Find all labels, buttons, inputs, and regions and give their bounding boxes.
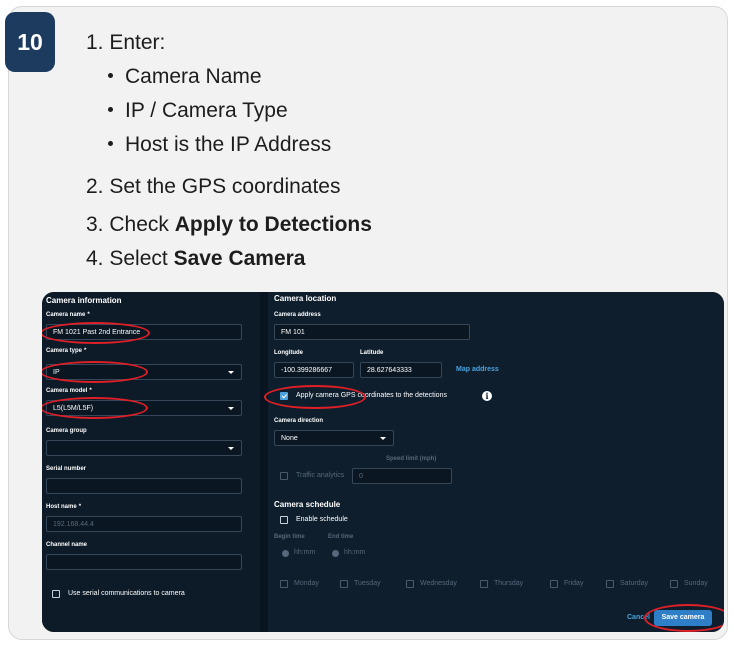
day-label: Sunday bbox=[684, 580, 708, 587]
panel-divider bbox=[260, 292, 268, 632]
camera-direction-label: Camera direction bbox=[274, 418, 324, 424]
camera-address-input[interactable]: FM 101 bbox=[274, 324, 470, 340]
camera-location-title: Camera location bbox=[274, 294, 337, 303]
day-label: Wednesday bbox=[420, 580, 457, 587]
traffic-analytics-checkbox[interactable] bbox=[280, 472, 288, 480]
day-checkbox-monday[interactable] bbox=[280, 580, 288, 588]
clock-icon bbox=[332, 550, 339, 557]
serial-number-label: Serial number bbox=[46, 466, 87, 472]
day-checkbox-saturday[interactable] bbox=[606, 580, 614, 588]
day-label: Monday bbox=[294, 580, 319, 587]
camera-group-label: Camera group bbox=[46, 428, 87, 434]
day-checkbox-friday[interactable] bbox=[550, 580, 558, 588]
longitude-label: Longitude bbox=[274, 350, 303, 356]
instruction-step-3: 3. Check Apply to Detections bbox=[86, 213, 372, 236]
camera-model-label: Camera model * bbox=[46, 388, 92, 394]
begin-time-label: Begin time bbox=[274, 534, 305, 540]
speed-limit-label: Speed limit (mph) bbox=[386, 456, 437, 462]
instruction-step-4: 4. Select Save Camera bbox=[86, 247, 306, 270]
camera-group-select[interactable] bbox=[46, 440, 242, 456]
map-address-link[interactable]: Map address bbox=[456, 366, 499, 373]
enable-schedule-checkbox[interactable] bbox=[280, 516, 288, 524]
info-icon[interactable]: i bbox=[482, 391, 492, 401]
highlight-oval-apply-gps bbox=[264, 385, 366, 409]
day-label: Saturday bbox=[620, 580, 649, 587]
day-checkbox-tuesday[interactable] bbox=[340, 580, 348, 588]
end-time-input[interactable]: hh:mm bbox=[344, 549, 365, 556]
day-label: Tuesday bbox=[354, 580, 381, 587]
speed-limit-input[interactable]: 0 bbox=[352, 468, 452, 484]
longitude-input[interactable]: -100.399286667 bbox=[274, 362, 354, 378]
highlight-oval-camera-name bbox=[42, 322, 150, 344]
highlight-oval-camera-model bbox=[42, 397, 148, 419]
day-checkbox-sunday[interactable] bbox=[670, 580, 678, 588]
highlight-oval-save-camera bbox=[644, 604, 724, 632]
day-label: Friday bbox=[564, 580, 584, 587]
host-name-label: Host name * bbox=[46, 504, 82, 510]
chevron-down-icon bbox=[228, 371, 234, 374]
instruction-bullet: Host is the IP Address bbox=[108, 132, 331, 157]
instruction-step-2: 2. Set the GPS coordinates bbox=[86, 175, 341, 198]
camera-schedule-title: Camera schedule bbox=[274, 500, 341, 509]
instruction-step-1: 1. Enter: bbox=[86, 31, 166, 54]
day-checkbox-wednesday[interactable] bbox=[406, 580, 414, 588]
camera-address-label: Camera address bbox=[274, 312, 321, 318]
end-time-label: End time bbox=[328, 534, 354, 540]
highlight-oval-camera-type bbox=[42, 361, 148, 383]
instruction-bullet: IP / Camera Type bbox=[108, 98, 288, 123]
chevron-down-icon bbox=[228, 407, 234, 410]
latitude-input[interactable]: 28.627643333 bbox=[360, 362, 442, 378]
chevron-down-icon bbox=[380, 437, 386, 440]
clock-icon bbox=[282, 550, 289, 557]
step-number-badge: 10 bbox=[5, 12, 55, 72]
chevron-down-icon bbox=[228, 447, 234, 450]
instruction-bullet: Camera Name bbox=[108, 64, 262, 89]
serial-number-input[interactable] bbox=[46, 478, 242, 494]
channel-name-label: Channel name bbox=[46, 542, 88, 548]
serial-communications-label: Use serial communications to camera bbox=[68, 590, 185, 597]
camera-direction-select[interactable]: None bbox=[274, 430, 394, 446]
camera-type-label: Camera type * bbox=[46, 348, 87, 354]
day-checkbox-thursday[interactable] bbox=[480, 580, 488, 588]
latitude-label: Latitude bbox=[360, 350, 384, 356]
traffic-analytics-label: Traffic analytics bbox=[296, 472, 345, 479]
channel-name-input[interactable] bbox=[46, 554, 242, 570]
host-name-input[interactable]: 192.168.44.4 bbox=[46, 516, 242, 532]
day-label: Thursday bbox=[494, 580, 524, 587]
serial-communications-checkbox[interactable] bbox=[52, 590, 60, 598]
camera-settings-screenshot: Camera information Camera name * FM 1021 … bbox=[42, 292, 724, 632]
camera-information-title: Camera information bbox=[46, 296, 122, 305]
enable-schedule-label: Enable schedule bbox=[296, 516, 348, 523]
camera-location-panel: Camera location Camera address FM 101 Lo… bbox=[268, 292, 724, 632]
camera-name-label: Camera name * bbox=[46, 312, 90, 318]
begin-time-input[interactable]: hh:mm bbox=[294, 549, 315, 556]
